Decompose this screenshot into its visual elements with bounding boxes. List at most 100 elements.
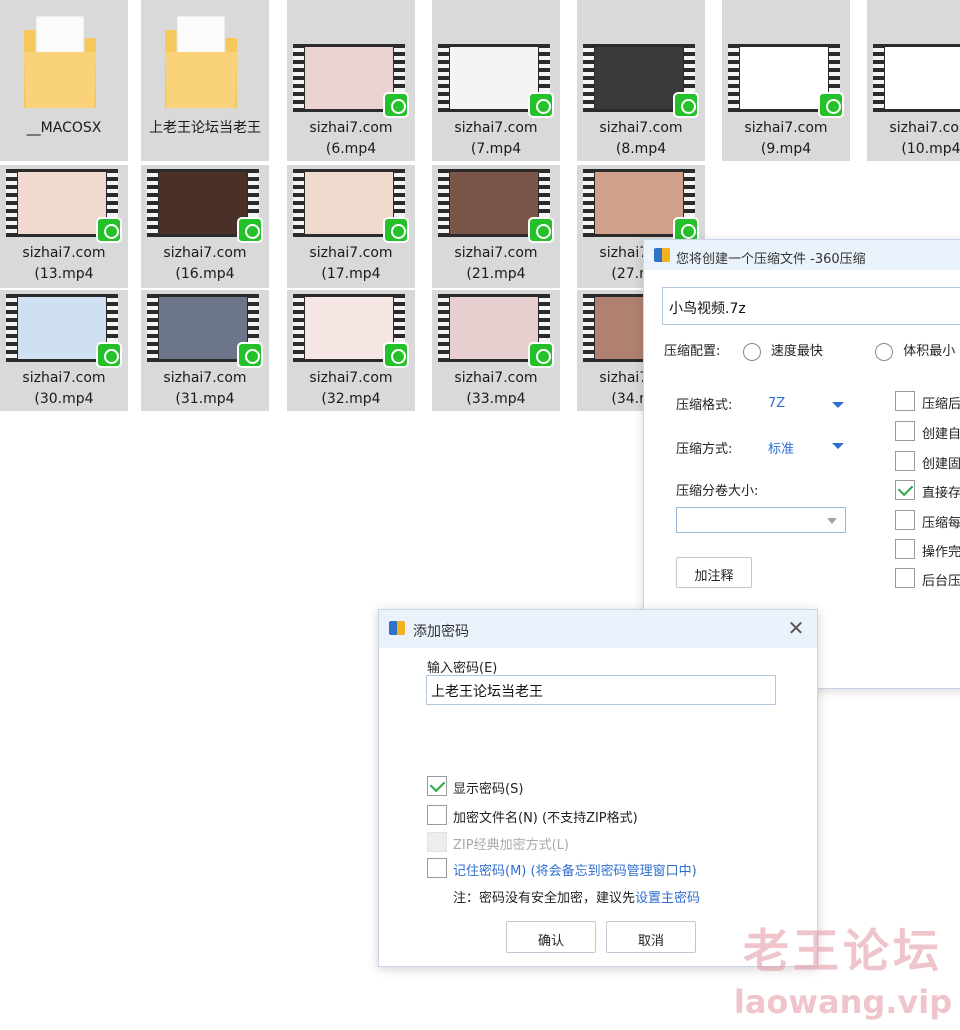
film-strip-icon [6,169,17,237]
format-select[interactable]: 7Z [768,396,785,411]
file-name-label: __MACOSX [26,120,102,136]
video-player-icon [528,92,554,118]
password-option-checkbox[interactable] [427,858,447,878]
confirm-button[interactable]: 确认 [506,921,596,953]
compress-option-label[interactable]: 压缩后 [922,393,960,412]
video-file-item[interactable]: sizhai7.com (16.mp4 [141,165,269,288]
thumbnail-image [885,47,960,109]
video-file-item[interactable]: sizhai7.com (13.mp4 [0,165,128,288]
video-thumbnail [438,44,554,118]
video-file-item[interactable]: sizhai7.com (30.mp4 [0,290,128,411]
add-comment-button[interactable]: 加注释 [676,557,752,588]
password-dialog-titlebar[interactable]: 添加密码 ✕ [379,610,817,648]
video-thumbnail [6,294,122,368]
compress-dialog-titlebar[interactable]: 您将创建一个压缩文件 -360压缩 [644,240,960,270]
password-option-label[interactable]: 记住密码(M) (将会备忘到密码管理窗口中) [453,860,697,879]
password-option-label[interactable]: 加密文件名(N) (不支持ZIP格式) [453,807,638,826]
security-note: 注：密码没有安全加密，建议先设置主密码 [453,887,700,906]
config-smallest-label[interactable]: 体积最小 [903,344,955,359]
film-strip-icon [147,294,158,362]
compress-option-checkbox[interactable] [895,568,915,588]
file-name-label: sizhai7.com (32.mp4 [309,370,393,407]
thumbnail-image [450,297,538,359]
compress-option-checkbox[interactable] [895,391,915,411]
thumbnail-image [595,47,683,109]
compress-option-checkbox[interactable] [895,480,915,500]
film-strip-icon [438,169,449,237]
file-name-label: sizhai7.com (9.mp4 [744,120,828,157]
video-player-icon [383,92,409,118]
thumbnail-image [305,172,393,234]
set-master-password-link[interactable]: 设置主密码 [635,891,700,906]
file-name-label: sizhai7.com (13.mp4 [22,245,106,282]
compress-option-label[interactable]: 创建固 [922,453,960,472]
password-option-label[interactable]: 显示密码(S) [453,778,523,797]
config-fastest-radio[interactable] [742,342,761,361]
video-file-item[interactable]: sizhai7.com (17.mp4 [287,165,415,288]
video-thumbnail [728,44,844,118]
thumbnail-image [450,172,538,234]
compress-option-label[interactable]: 创建自 [922,423,960,442]
compress-option-checkbox[interactable] [895,451,915,471]
film-strip-icon [293,44,304,112]
compress-option-checkbox[interactable] [895,539,915,559]
video-player-icon [237,217,263,243]
film-strip-icon [583,294,594,362]
video-thumbnail [147,169,263,243]
video-file-item[interactable]: sizhai7.com (21.mp4 [432,165,560,288]
compress-option-label[interactable]: 直接存 [922,482,960,501]
video-thumbnail [873,44,960,112]
folder-item[interactable]: __MACOSX [0,0,128,161]
password-option-checkbox[interactable] [427,805,447,825]
thumbnail-image [305,47,393,109]
archive-filename-input[interactable]: 小鸟视频.7z [662,287,960,325]
360-compress-app-icon [654,248,670,262]
file-name-label: sizhai7.com (17.mp4 [309,245,393,282]
thumbnail-image [159,172,247,234]
folder-item[interactable]: 上老王论坛当老王 [141,0,269,161]
password-input[interactable]: 上老王论坛当老王 [426,675,776,705]
video-file-item[interactable]: sizhai7.com (6.mp4 [287,0,415,161]
config-fastest-label[interactable]: 速度最快 [771,344,823,359]
compress-option-label[interactable]: 操作完 [922,541,960,560]
file-name-label: sizhai7.com (33.mp4 [454,370,538,407]
video-player-icon [96,342,122,368]
add-password-dialog: 添加密码 ✕ 输入密码(E) 上老王论坛当老王 显示密码(S) 加密文件名(N) … [378,609,818,967]
compress-option-label[interactable]: 后台压 [922,570,960,589]
method-chevron-down-icon[interactable] [832,443,844,449]
format-label: 压缩格式: [676,398,733,413]
video-thumbnail [438,294,554,368]
config-smallest-radio[interactable] [875,342,894,361]
video-thumbnail [6,169,122,243]
video-file-item[interactable]: sizhai7.com (9.mp4 [722,0,850,161]
format-chevron-down-icon[interactable] [832,402,844,408]
video-player-icon [528,217,554,243]
file-name-label: sizhai7.com (31.mp4 [163,370,247,407]
folder-icon [24,15,96,108]
video-player-icon [237,342,263,368]
password-option-checkbox [427,832,447,852]
close-icon[interactable]: ✕ [785,617,807,639]
file-name-label: sizhai7.com (30.mp4 [22,370,106,407]
compress-option-checkbox[interactable] [895,421,915,441]
video-player-icon [383,217,409,243]
film-strip-icon [293,169,304,237]
thumbnail-image [18,172,106,234]
film-strip-icon [6,294,17,362]
video-file-item[interactable]: sizhai7.com (7.mp4 [432,0,560,161]
video-file-item[interactable]: sizhai7.com (8.mp4 [577,0,705,161]
compress-option-checkbox[interactable] [895,510,915,530]
volume-size-select[interactable] [676,507,846,533]
compress-config-label: 压缩配置: [664,344,721,359]
file-name-label: sizhai7.com (21.mp4 [454,245,538,282]
video-file-item[interactable]: sizhai7.com (32.mp4 [287,290,415,411]
video-thumbnail [293,44,409,118]
password-option-checkbox[interactable] [427,776,447,796]
video-file-item[interactable]: sizhai7.com (33.mp4 [432,290,560,411]
video-file-item[interactable]: sizhai7.com (31.mp4 [141,290,269,411]
film-strip-icon [873,44,884,112]
compress-option-label[interactable]: 压缩每 [922,512,960,531]
method-select[interactable]: 标准 [768,438,794,457]
cancel-button[interactable]: 取消 [606,921,696,953]
video-file-item[interactable]: sizhai7.com (10.mp4 [867,0,960,161]
